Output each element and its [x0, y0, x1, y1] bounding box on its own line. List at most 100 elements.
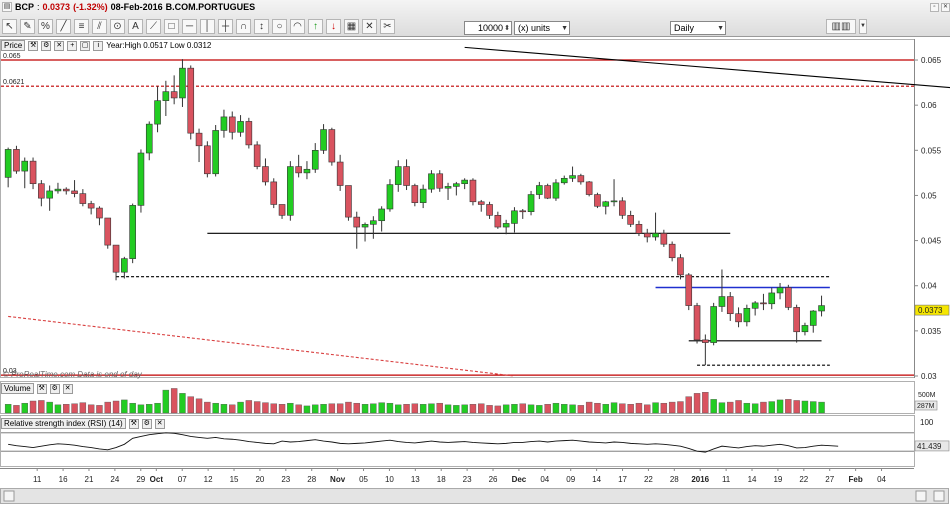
price-axis-label: 0.04: [921, 282, 937, 291]
add-icon[interactable]: +: [67, 40, 78, 51]
vline-icon[interactable]: │: [200, 19, 215, 34]
candle-up: [54, 188, 62, 192]
volume-bar-up: [461, 404, 468, 414]
volume-bar-down: [38, 400, 45, 414]
volume-bar-up: [287, 402, 294, 414]
candle-down: [345, 185, 352, 218]
wrench-icon[interactable]: ⚒: [128, 418, 139, 429]
candle-down: [760, 302, 767, 305]
channel-icon[interactable]: ⫽: [92, 19, 107, 34]
candle-up: [751, 302, 759, 309]
text-icon[interactable]: A: [128, 19, 143, 34]
volume-chart[interactable]: 500M 287M: [0, 381, 950, 414]
time-axis: 11 16 21 24 29 Oct 07 12 15 20 23 28 Nov 05 10 13 18 23 26…: [0, 468, 949, 504]
time-axis-label: 11: [722, 475, 731, 484]
price-chart[interactable]: 0.065 0.06 0.055 0.05 0.045 0.04 0.035 0.03 0.06…: [0, 39, 950, 379]
candle-down: [71, 190, 78, 194]
quantity-stepper[interactable]: ⬍: [504, 23, 510, 35]
price-axis-label: 0.045: [921, 237, 942, 246]
candle-down: [411, 185, 419, 203]
candle-down: [336, 161, 344, 186]
sell-arrow-icon[interactable]: ↓: [326, 19, 341, 34]
candle-up: [237, 121, 244, 133]
volume-bar-up: [179, 393, 186, 414]
price-panel-label: Price: [1, 40, 26, 51]
volume-bar-up: [220, 404, 228, 414]
restore-icon[interactable]: ▫: [930, 3, 939, 12]
volume-bar-up: [502, 404, 510, 414]
time-axis-label: 23: [463, 475, 472, 484]
candle-up: [145, 123, 153, 154]
arc-icon[interactable]: ◠: [290, 19, 305, 34]
candle-up: [602, 201, 610, 207]
volume-bar-up: [162, 389, 170, 414]
volume-bar-up: [21, 402, 28, 414]
candle-up: [527, 194, 535, 212]
delete-icon[interactable]: ✕: [362, 19, 377, 34]
wrench-icon[interactable]: ⚒: [28, 40, 39, 51]
settings-icon[interactable]: ⚙: [49, 383, 60, 394]
year-range: Year:High 0.0517 Low 0.0312: [106, 41, 212, 50]
buy-arrow-icon[interactable]: ↑: [308, 19, 323, 34]
candle-up: [461, 179, 468, 185]
settings-icon[interactable]: ⚙: [141, 418, 152, 429]
volume-bar-down: [585, 401, 593, 414]
zoom-out-button: [915, 490, 927, 502]
quantity-input[interactable]: 10000 ⬍: [464, 21, 512, 35]
units-select[interactable]: (x) units ▼: [514, 21, 570, 35]
volume-bar-up: [428, 403, 435, 414]
time-axis-label: Oct: [150, 475, 164, 484]
volume-bar-down: [577, 405, 585, 414]
draw-line-icon[interactable]: ╱: [56, 19, 71, 34]
maximize-icon[interactable]: ▢: [80, 40, 91, 51]
zoom-icon[interactable]: ⊙: [110, 19, 125, 34]
dropdown-icon[interactable]: ▼: [859, 19, 867, 34]
volume-bar-up: [212, 402, 219, 414]
magnet-icon[interactable]: ∩: [236, 19, 251, 34]
percent-icon[interactable]: %: [38, 19, 53, 34]
settings-icon[interactable]: ⚙: [41, 40, 52, 51]
volume-panel-label: Volume: [1, 383, 34, 394]
measure-icon[interactable]: ↕: [254, 19, 269, 34]
volume-bar-down: [494, 405, 502, 414]
wrench-icon[interactable]: ⚒: [36, 383, 47, 394]
toolbar: ▤ BCP : 0.0373 (-1.32%) 08-Feb-2016 B.CO…: [0, 0, 950, 37]
fibonacci-icon[interactable]: ≡: [74, 19, 89, 34]
crosshair-icon[interactable]: ┼: [218, 19, 233, 34]
candle-down: [62, 188, 70, 192]
grid-icon[interactable]: ▦: [344, 19, 359, 34]
info-icon[interactable]: i: [93, 40, 104, 51]
candle-up: [303, 168, 311, 174]
rectangle-icon[interactable]: □: [164, 19, 179, 34]
price-axis-label: 0.055: [921, 146, 942, 155]
volume-bar-down: [195, 398, 203, 414]
fan-icon[interactable]: ⟋: [146, 19, 161, 34]
candle-up: [801, 325, 809, 333]
volume-bar-up: [569, 404, 576, 414]
close-icon[interactable]: ✕: [154, 418, 165, 429]
time-axis-label: 05: [359, 475, 368, 484]
pencil-icon[interactable]: ✎: [20, 19, 35, 34]
layout-icon[interactable]: ▥▥: [826, 19, 856, 34]
zoom-in-button: [933, 490, 945, 502]
hline-icon[interactable]: ─: [182, 19, 197, 34]
volume-bar-down: [112, 400, 120, 414]
close-icon[interactable]: ✕: [54, 40, 65, 51]
time-axis-label: 14: [748, 475, 757, 484]
chart-icon[interactable]: ▤: [2, 2, 12, 12]
volume-bar-up: [527, 404, 535, 414]
time-axis-label: 10: [385, 475, 394, 484]
volume-bar-down: [96, 405, 103, 414]
close-icon[interactable]: ✕: [941, 3, 950, 12]
time-axis-label: 22: [644, 475, 653, 484]
time-axis-label: 20: [255, 475, 264, 484]
cursor-icon[interactable]: ↖: [2, 19, 17, 34]
time-axis-label: Feb: [849, 475, 863, 484]
tools-icon[interactable]: ✂: [380, 19, 395, 34]
close-icon[interactable]: ✕: [62, 383, 73, 394]
period-select[interactable]: Daily ▼: [670, 21, 726, 35]
volume-bar-down: [87, 404, 95, 414]
candle-up: [220, 116, 228, 131]
ellipse-icon[interactable]: ○: [272, 19, 287, 34]
volume-bar-up: [312, 404, 319, 414]
